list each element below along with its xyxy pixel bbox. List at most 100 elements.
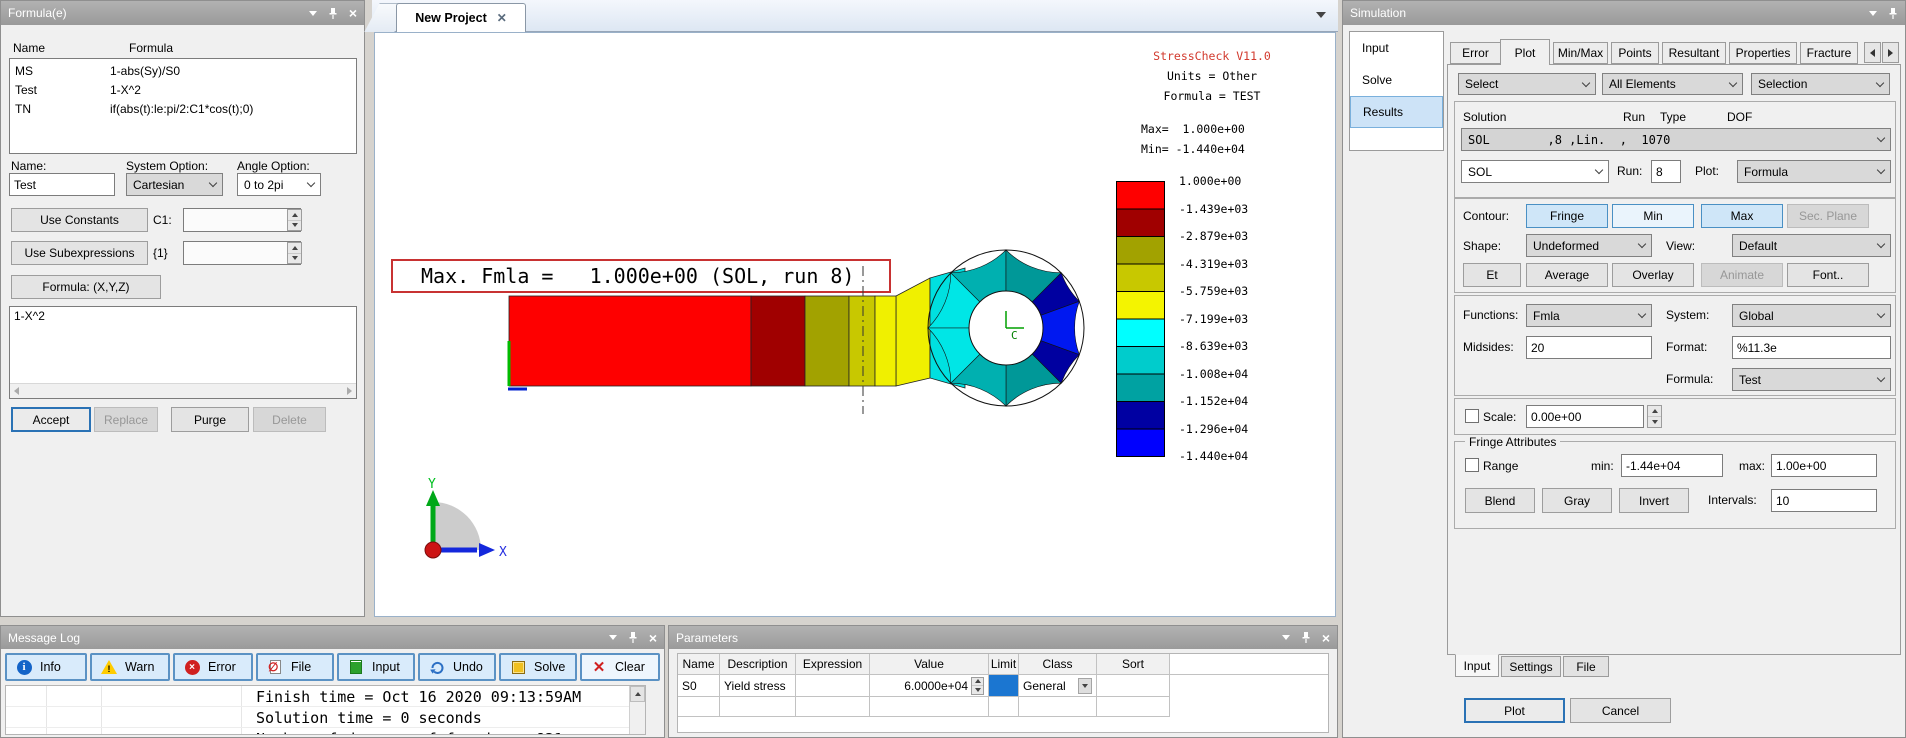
- tab-properties[interactable]: Properties: [1729, 42, 1797, 64]
- tab-points[interactable]: Points: [1611, 42, 1659, 64]
- invert-button[interactable]: Invert: [1619, 488, 1689, 513]
- col-header[interactable]: Expression: [796, 654, 870, 675]
- subexpression-input[interactable]: [183, 241, 301, 265]
- average-button[interactable]: Average: [1526, 263, 1608, 287]
- param-limit-cell[interactable]: [989, 675, 1019, 697]
- font-button[interactable]: Font..: [1787, 263, 1869, 287]
- log-scrollbar[interactable]: [629, 686, 645, 734]
- col-header[interactable]: Limit: [989, 654, 1019, 675]
- overlay-button[interactable]: Overlay: [1612, 263, 1694, 287]
- sidebar-item-solve[interactable]: Solve: [1350, 64, 1443, 96]
- scale-input[interactable]: [1526, 405, 1644, 428]
- panel-menu-icon[interactable]: [309, 11, 317, 16]
- scale-checkbox[interactable]: [1465, 409, 1479, 423]
- tab-settings-bottom[interactable]: Settings: [1501, 656, 1561, 677]
- range-max-input[interactable]: [1771, 454, 1877, 477]
- solution-record-select[interactable]: SOL ,8 ,Lin. , 1070: [1461, 128, 1891, 151]
- gray-button[interactable]: Gray: [1542, 488, 1612, 513]
- horizontal-scrollbar[interactable]: [10, 383, 356, 398]
- close-icon[interactable]: ×: [1322, 632, 1330, 644]
- log-filter-error-button[interactable]: × Error: [173, 653, 253, 681]
- c1-spinner[interactable]: [287, 209, 302, 231]
- log-filter-undo-button[interactable]: Undo: [418, 653, 496, 681]
- document-tab[interactable]: New Project ✕: [396, 3, 526, 32]
- col-header[interactable]: Class: [1019, 654, 1097, 675]
- window-list-icon[interactable]: [1316, 12, 1326, 18]
- scroll-left-icon[interactable]: [14, 387, 19, 395]
- select-mode-select[interactable]: Select: [1458, 73, 1596, 95]
- range-checkbox[interactable]: [1465, 458, 1479, 472]
- param-value-cell[interactable]: 6.0000e+04: [870, 675, 989, 697]
- log-filter-input-button[interactable]: Input: [337, 653, 415, 681]
- col-header[interactable]: Sort: [1097, 654, 1170, 675]
- plot-button[interactable]: Plot: [1464, 698, 1565, 723]
- panel-menu-icon[interactable]: [609, 635, 617, 640]
- intervals-input[interactable]: [1771, 489, 1877, 512]
- tab-close-icon[interactable]: ✕: [497, 11, 507, 25]
- sec-plane-button[interactable]: Sec. Plane: [1787, 204, 1869, 228]
- parameter-empty-row[interactable]: [678, 697, 1328, 717]
- col-header[interactable]: Description: [720, 654, 796, 675]
- use-constants-button[interactable]: Use Constants: [11, 208, 148, 232]
- log-filter-warn-button[interactable]: ! Warn: [90, 653, 170, 681]
- tab-input-bottom[interactable]: Input: [1455, 654, 1499, 677]
- col-header[interactable]: Value: [870, 654, 989, 675]
- view-select[interactable]: Default: [1732, 234, 1891, 257]
- scroll-right-icon[interactable]: [347, 387, 352, 395]
- selection-method-select[interactable]: Selection: [1751, 73, 1890, 95]
- fringe-model[interactable]: C: [475, 238, 1095, 448]
- param-class-cell[interactable]: General: [1019, 675, 1097, 697]
- formula-list[interactable]: MS 1-abs(Sy)/S0 Test 1-X^2 TN if(abs(t):…: [9, 58, 357, 154]
- use-subexpressions-button[interactable]: Use Subexpressions: [11, 241, 148, 265]
- col-header[interactable]: Name: [678, 654, 720, 675]
- log-filter-file-button[interactable]: ∅ File: [256, 653, 334, 681]
- log-filter-solve-button[interactable]: Solve: [499, 653, 577, 681]
- tab-fracture[interactable]: Fracture: [1800, 42, 1858, 64]
- replace-button[interactable]: Replace: [94, 407, 158, 432]
- scale-spinner[interactable]: [1647, 405, 1662, 428]
- formula-row[interactable]: MS 1-abs(Sy)/S0: [10, 61, 356, 80]
- tab-plot[interactable]: Plot: [1500, 39, 1550, 65]
- formula-editor-text[interactable]: 1-X^2: [10, 307, 356, 325]
- tab-scroll-left-button[interactable]: [1864, 42, 1881, 63]
- sidebar-item-input[interactable]: Input: [1350, 32, 1443, 64]
- plot-type-select[interactable]: Formula: [1737, 160, 1891, 183]
- scroll-up-icon[interactable]: [630, 686, 645, 702]
- system-select[interactable]: Global: [1732, 304, 1891, 327]
- class-dropdown-icon[interactable]: [1078, 678, 1092, 694]
- pin-icon[interactable]: [628, 631, 638, 644]
- delete-button[interactable]: Delete: [253, 407, 326, 432]
- solution-id-select[interactable]: SOL: [1461, 160, 1609, 183]
- model-viewport[interactable]: StressCheck V11.0 Units = Other Formula …: [374, 32, 1336, 617]
- min-button[interactable]: Min: [1612, 204, 1694, 228]
- functions-select[interactable]: Fmla: [1526, 304, 1652, 327]
- param-value-spinner[interactable]: [971, 677, 984, 695]
- tab-scroll-right-button[interactable]: [1882, 42, 1899, 63]
- animate-button[interactable]: Animate: [1701, 263, 1783, 287]
- c1-input[interactable]: [183, 208, 301, 232]
- formula-row[interactable]: TN if(abs(t):le:pi/2:C1*cos(t);0): [10, 99, 356, 118]
- panel-menu-icon[interactable]: [1282, 635, 1290, 640]
- subexpression-spinner[interactable]: [287, 242, 302, 264]
- purge-button[interactable]: Purge: [171, 407, 249, 432]
- parameter-row[interactable]: S0 Yield stress 6.0000e+04 General: [678, 675, 1328, 697]
- tab-file-bottom[interactable]: File: [1563, 656, 1609, 677]
- system-option-select[interactable]: Cartesian: [126, 173, 223, 196]
- log-clear-button[interactable]: ✕ Clear: [580, 653, 660, 681]
- tab-minmax[interactable]: Min/Max: [1553, 42, 1608, 64]
- formula-editor[interactable]: 1-X^2: [9, 306, 357, 399]
- sidebar-item-results[interactable]: Results: [1350, 96, 1443, 128]
- close-icon[interactable]: ×: [649, 632, 657, 644]
- entity-filter-select[interactable]: All Elements: [1602, 73, 1743, 95]
- panel-menu-icon[interactable]: [1869, 11, 1877, 16]
- accept-button[interactable]: Accept: [11, 407, 91, 432]
- angle-option-select[interactable]: 0 to 2pi: [237, 173, 321, 196]
- tab-resultant[interactable]: Resultant: [1662, 42, 1726, 64]
- pin-icon[interactable]: [1301, 631, 1311, 644]
- fringe-button[interactable]: Fringe: [1526, 204, 1608, 228]
- close-icon[interactable]: ×: [349, 7, 357, 19]
- et-button[interactable]: Et: [1463, 263, 1521, 287]
- formula-xyz-button[interactable]: Formula: (X,Y,Z): [11, 275, 161, 299]
- blend-button[interactable]: Blend: [1465, 488, 1535, 513]
- cancel-button[interactable]: Cancel: [1570, 698, 1671, 723]
